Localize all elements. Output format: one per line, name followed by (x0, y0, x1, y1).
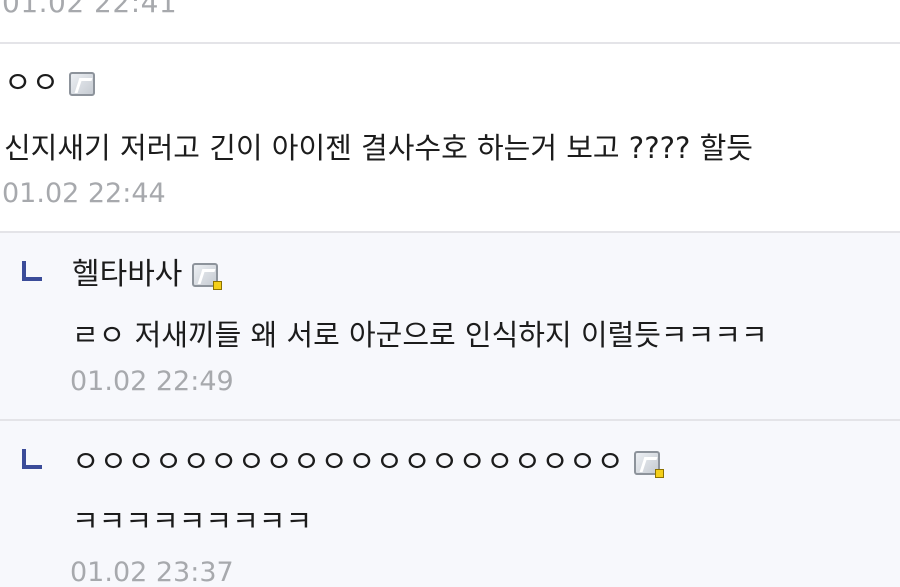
reply-date: 01.02 23:37 (70, 557, 234, 587)
reply-text: ㄹㅇ 저새끼들 왜 서로 아군으로 인식하지 이럴듯ㅋㅋㅋㅋ (72, 318, 768, 352)
reply-text: ㅋㅋㅋㅋㅋㅋㅋㅋㅋ (72, 504, 313, 538)
previous-comment: 01.02 22:41 (0, 0, 900, 44)
reply-arrow-icon (22, 261, 42, 281)
fixed-nickname-icon (192, 263, 223, 290)
reply-item: ㅇㅇㅇㅇㅇㅇㅇㅇㅇㅇㅇㅇㅇㅇㅇㅇㅇㅇㅇㅇ ㅋㅋㅋㅋㅋㅋㅋㅋㅋ 01.02 23:… (0, 421, 900, 587)
fixed-nickname-icon (69, 72, 96, 96)
reply-author[interactable]: 헬타바사 (72, 255, 223, 295)
comment-thread: 01.02 22:41 ㅇㅇ 신지새기 저러고 긴이 아이젠 결사수호 하는거 … (0, 0, 900, 587)
comment-date: 01.02 22:41 (2, 0, 178, 19)
comment-date: 01.02 22:44 (2, 178, 166, 209)
reply-date: 01.02 22:49 (70, 366, 234, 397)
comment-text: 신지새기 저러고 긴이 아이젠 결사수호 하는거 보고 ???? 할듯 (4, 131, 753, 165)
comment-author[interactable]: ㅇㅇ (4, 64, 96, 104)
reply-author[interactable]: ㅇㅇㅇㅇㅇㅇㅇㅇㅇㅇㅇㅇㅇㅇㅇㅇㅇㅇㅇㅇ (72, 443, 664, 483)
fixed-nickname-icon (634, 451, 664, 478)
reply-arrow-icon (22, 449, 42, 469)
comment-item: ㅇㅇ 신지새기 저러고 긴이 아이젠 결사수호 하는거 보고 ???? 할듯 0… (0, 44, 900, 233)
reply-item: 헬타바사 ㄹㅇ 저새끼들 왜 서로 아군으로 인식하지 이럴듯ㅋㅋㅋㅋ 01.0… (0, 233, 900, 421)
nickname[interactable]: ㅇㅇㅇㅇㅇㅇㅇㅇㅇㅇㅇㅇㅇㅇㅇㅇㅇㅇㅇㅇ (72, 443, 624, 483)
nickname[interactable]: 헬타바사 (72, 255, 182, 295)
nickname[interactable]: ㅇㅇ (4, 64, 59, 104)
